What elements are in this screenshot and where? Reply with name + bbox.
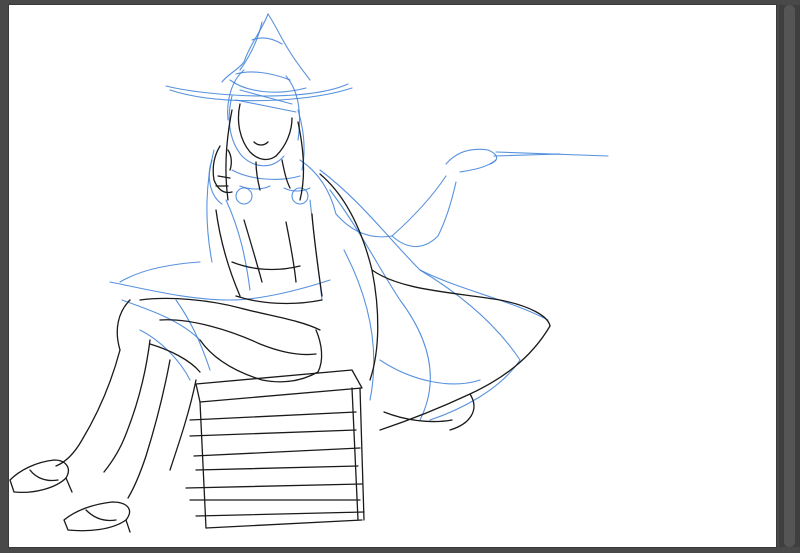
black-lineart-layer — [9, 103, 551, 533]
workspace-area — [0, 0, 800, 553]
sketch-artwork — [9, 13, 609, 533]
